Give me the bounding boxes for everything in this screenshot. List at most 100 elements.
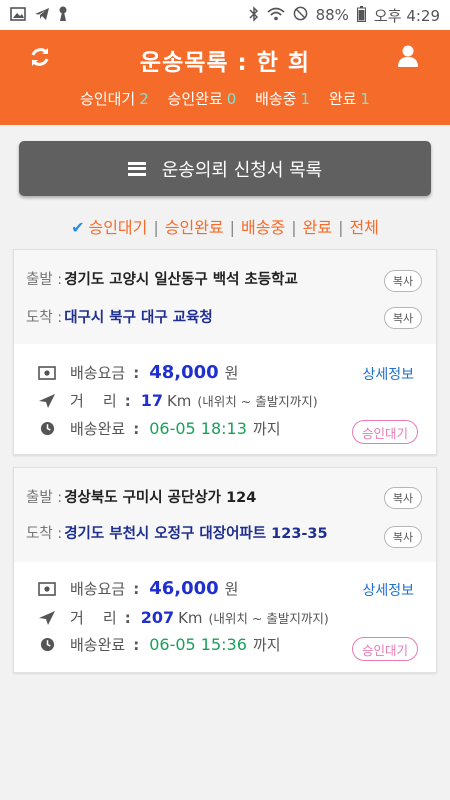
- money-icon: [38, 581, 56, 597]
- do-not-disturb-icon: [293, 6, 308, 24]
- dest-value: 경기도 부천시 오정구 대장어파트 123-35: [64, 526, 328, 542]
- deadline-row: 배송완료: 06-05 15:36 까지: [38, 634, 281, 655]
- status-badge: 승인대기: [352, 420, 418, 444]
- copy-origin-button[interactable]: 복사: [384, 270, 422, 292]
- telegram-notification-icon: [34, 7, 50, 24]
- fee-value: 48,000: [149, 362, 219, 383]
- colon: :: [124, 608, 131, 627]
- filter-tabs: ✔ 승인대기 | 승인완료 | 배송중 | 완료 | 전체: [0, 214, 450, 238]
- colon: :: [124, 391, 131, 410]
- copy-origin-button[interactable]: 복사: [384, 487, 422, 509]
- colon: :: [133, 419, 140, 438]
- fee-label: 배송요금: [70, 364, 126, 382]
- distance-label: 거 리: [70, 392, 117, 410]
- order-card[interactable]: 출발 : 경상북도 구미시 공단상가 124 복사 도착 : 경기도 부천시 오정구…: [13, 467, 437, 673]
- deadline-label: 배송완료: [70, 420, 126, 438]
- status-bar: 88% 오후 4:29: [0, 0, 450, 30]
- dest-address: 도착 : 경기도 부천시 오정구 대장어파트 123-35: [26, 522, 328, 543]
- dest-value: 대구시 북구 대구 교육청: [64, 310, 213, 326]
- distance-label: 거 리: [70, 609, 117, 627]
- filter-done[interactable]: 완료: [303, 218, 332, 237]
- deadline-row: 배송완료: 06-05 18:13 까지: [38, 418, 281, 439]
- distance-note: (내위치 ~ 출발지까지): [197, 394, 318, 409]
- dest-label: 도착 :: [26, 526, 63, 542]
- app-header: 운송목록 : 한 희 승인대기 2 승인완료 0 배송중 1 완료 1: [0, 30, 450, 125]
- user-icon: [398, 45, 418, 67]
- fee-value: 46,000: [149, 578, 219, 599]
- deadline-time: 06-05 18:13: [149, 419, 247, 438]
- request-list-button[interactable]: 운송의뢰 신청서 목록: [19, 141, 431, 196]
- distance-value: 17: [140, 391, 163, 410]
- filter-approved[interactable]: 승인완료: [165, 218, 224, 237]
- origin-address: 출발 : 경상북도 구미시 공단상가 124: [26, 486, 256, 507]
- details-link[interactable]: 상세정보: [362, 364, 414, 384]
- colon: :: [133, 579, 140, 598]
- divider: |: [229, 218, 236, 237]
- origin-label: 출발 :: [26, 490, 63, 506]
- deadline-suffix: 까지: [252, 636, 281, 654]
- count-pending: 2: [139, 90, 149, 108]
- filter-all[interactable]: 전체: [349, 218, 378, 237]
- origin-label: 출발 :: [26, 272, 63, 288]
- filter-shipping[interactable]: 배송중: [241, 218, 285, 237]
- distance-unit: Km: [166, 391, 192, 410]
- page-title: 운송목록 : 한 희: [139, 50, 311, 76]
- divider: |: [338, 218, 344, 237]
- copy-dest-button[interactable]: 복사: [384, 307, 422, 329]
- fee-unit: 원: [224, 580, 239, 598]
- distance-note: (내위치 ~ 출발지까지): [208, 611, 329, 626]
- count-label-pending: 승인대기: [80, 90, 136, 108]
- divider: |: [153, 218, 159, 237]
- profile-button[interactable]: [396, 44, 426, 74]
- fee-row: 배송요금: 48,000 원: [38, 362, 238, 383]
- keyhole-notification-icon: [58, 6, 68, 25]
- distance-value: 207: [140, 608, 175, 627]
- count-label-approved: 승인완료: [167, 90, 223, 108]
- clock-icon: [38, 421, 56, 437]
- bluetooth-icon: [249, 5, 259, 25]
- origin-value: 경상북도 구미시 공단상가 124: [64, 490, 257, 506]
- deadline-time: 06-05 15:36: [149, 635, 247, 654]
- status-badge: 승인대기: [352, 637, 418, 661]
- gallery-notification-icon: [10, 6, 26, 24]
- count-done: 1: [360, 90, 370, 108]
- check-icon: ✔: [71, 218, 85, 237]
- count-label-done: 완료: [328, 90, 357, 108]
- money-icon: [38, 365, 56, 381]
- clock-icon: [38, 637, 56, 653]
- distance-unit: Km: [178, 608, 203, 627]
- battery-percent: 88%: [315, 6, 349, 24]
- count-approved: 0: [226, 90, 237, 108]
- send-icon: [38, 610, 56, 626]
- request-list-label: 운송의뢰 신청서 목록: [161, 159, 323, 181]
- colon: :: [133, 635, 140, 654]
- fee-unit: 원: [224, 364, 239, 382]
- count-label-shipping: 배송중: [255, 90, 297, 108]
- menu-icon: [127, 161, 146, 176]
- count-shipping: 1: [300, 90, 311, 108]
- clock: 4:29: [406, 6, 440, 25]
- dest-label: 도착 :: [26, 310, 63, 326]
- origin-value: 경기도 고양시 일산동구 백석 초등학교: [64, 272, 298, 288]
- details-link[interactable]: 상세정보: [362, 580, 414, 600]
- filter-pending[interactable]: 승인대기: [88, 218, 147, 237]
- card-address-section: [14, 250, 436, 344]
- ampm: 오후: [373, 6, 402, 25]
- fee-row: 배송요금: 46,000 원: [38, 578, 238, 599]
- distance-row: 거 리: 17 Km (내위치 ~ 출발지까지): [38, 390, 318, 411]
- deadline-suffix: 까지: [252, 420, 281, 438]
- status-counts: 승인대기 2 승인완료 0 배송중 1 완료 1: [0, 88, 450, 109]
- status-time: 오후 4:29: [374, 5, 440, 26]
- distance-row: 거 리: 207 Km (내위치 ~ 출발지까지): [38, 607, 329, 628]
- copy-dest-button[interactable]: 복사: [384, 526, 422, 548]
- deadline-label: 배송완료: [70, 636, 126, 654]
- card-address-section: [14, 468, 436, 562]
- send-icon: [38, 393, 56, 409]
- battery-icon: [356, 5, 366, 25]
- origin-address: 출발 : 경기도 고양시 일산동구 백석 초등학교: [26, 268, 298, 289]
- divider: |: [291, 218, 297, 237]
- wifi-icon: [266, 7, 285, 24]
- colon: :: [133, 363, 140, 382]
- order-card[interactable]: 출발 : 경기도 고양시 일산동구 백석 초등학교 복사 도착 : 대구시 북구 대…: [13, 249, 437, 455]
- dest-address: 도착 : 대구시 북구 대구 교육청: [26, 306, 213, 327]
